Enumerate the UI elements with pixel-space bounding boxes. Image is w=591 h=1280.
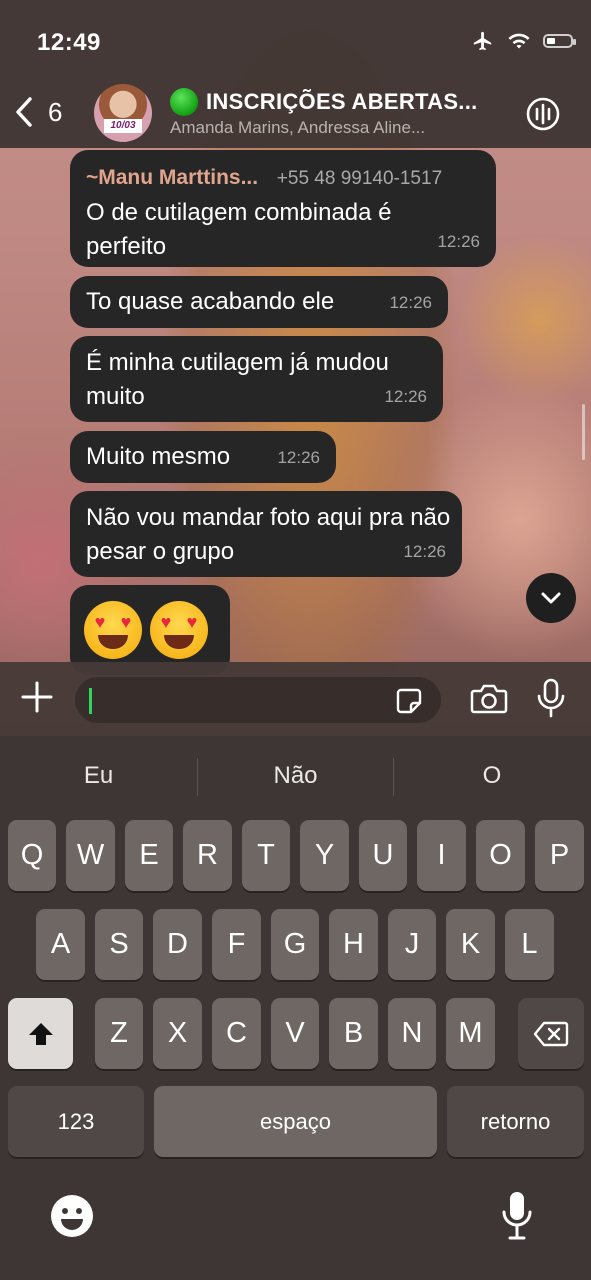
status-time: 12:49 — [37, 29, 101, 56]
status-icons — [471, 30, 576, 52]
key-x[interactable]: X — [153, 998, 202, 1069]
message-text: Não vou mandar foto aqui pra não pesar o… — [86, 504, 451, 565]
key-v[interactable]: V — [271, 998, 319, 1069]
airplane-icon — [473, 31, 492, 51]
key-j[interactable]: J — [388, 909, 436, 980]
green-circle-icon — [170, 88, 198, 116]
message-bubble[interactable]: Muito mesmo 12:26 — [70, 431, 336, 483]
backspace-icon — [533, 1021, 569, 1046]
suggestion-2[interactable]: Não — [197, 736, 394, 816]
scroll-to-bottom-button[interactable] — [526, 573, 576, 623]
key-e[interactable]: E — [125, 820, 173, 891]
message-time: 12:26 — [384, 387, 427, 406]
top-bar: 12:49 6 10/03 INSCRIÇÕES ABERTAS... Aman… — [0, 0, 591, 148]
key-c[interactable]: C — [212, 998, 261, 1069]
scrollbar[interactable] — [582, 404, 585, 460]
message-time: 12:26 — [403, 542, 446, 561]
suggestion-1[interactable]: Eu — [0, 736, 197, 816]
key-l[interactable]: L — [505, 909, 554, 980]
key-f[interactable]: F — [212, 909, 261, 980]
message-bubble[interactable]: Não vou mandar foto aqui pra não pesar o… — [70, 491, 462, 577]
key-h[interactable]: H — [329, 909, 378, 980]
key-q[interactable]: Q — [8, 820, 56, 891]
key-p[interactable]: P — [535, 820, 584, 891]
sender-phone: +55 48 99140-1517 — [276, 168, 443, 189]
camera-icon[interactable] — [470, 682, 508, 716]
heart-eyes-emoji: ♥ ♥ — [84, 601, 142, 659]
sticker-icon[interactable] — [395, 687, 423, 715]
group-members[interactable]: Amanda Marins, Andressa Aline... — [170, 118, 425, 138]
status-bar: 12:49 — [0, 0, 591, 80]
emoji-face-icon[interactable] — [50, 1194, 94, 1238]
keyboard: Eu Não O Q W E R T Y U I O P A S D F G H… — [0, 736, 591, 1280]
message-text: O de cutilagem combinada é perfeito — [86, 199, 392, 260]
chevron-down-icon — [541, 592, 561, 604]
key-m[interactable]: M — [446, 998, 495, 1069]
message-bubble[interactable]: ~Manu Marttins... +55 48 99140-1517 O de… — [70, 150, 496, 267]
chevron-left-icon — [16, 97, 32, 127]
message-time: 12:26 — [437, 232, 480, 251]
heart-eyes-emoji: ♥ ♥ — [150, 601, 208, 659]
shift-arrow-icon — [28, 1022, 53, 1045]
suggestion-3[interactable]: O — [393, 736, 591, 816]
key-r[interactable]: R — [183, 820, 232, 891]
shift-key[interactable] — [8, 998, 73, 1069]
key-o[interactable]: O — [476, 820, 525, 891]
group-title-row[interactable]: INSCRIÇÕES ABERTAS... — [170, 88, 478, 116]
key-g[interactable]: G — [271, 909, 319, 980]
key-k[interactable]: K — [446, 909, 495, 980]
return-key[interactable]: retorno — [447, 1086, 584, 1157]
message-text: To quase acabando ele — [86, 288, 335, 315]
key-t[interactable]: T — [242, 820, 290, 891]
message-text: É minha cutilagem já mudou muito — [86, 349, 389, 410]
microphone-icon[interactable] — [536, 678, 566, 718]
key-w[interactable]: W — [66, 820, 115, 891]
key-d[interactable]: D — [153, 909, 202, 980]
group-call-icon[interactable] — [525, 96, 561, 132]
key-i[interactable]: I — [417, 820, 466, 891]
message-sender-row: ~Manu Marttins... +55 48 99140-1517 — [86, 160, 480, 196]
unread-count: 6 — [48, 96, 63, 127]
wifi-icon — [508, 33, 530, 49]
plus-icon[interactable] — [20, 680, 54, 714]
dictation-microphone-icon[interactable] — [500, 1190, 534, 1242]
message-bubble[interactable]: To quase acabando ele 12:26 — [70, 276, 448, 328]
key-a[interactable]: A — [36, 909, 85, 980]
message-time: 12:26 — [277, 448, 320, 467]
group-title: INSCRIÇÕES ABERTAS... — [206, 89, 478, 114]
battery-icon — [543, 34, 576, 48]
key-n[interactable]: N — [388, 998, 436, 1069]
message-sender[interactable]: ~Manu Marttins... — [86, 166, 258, 189]
back-button[interactable]: 6 — [14, 96, 62, 128]
backspace-key[interactable] — [518, 998, 584, 1069]
message-bubble[interactable]: É minha cutilagem já mudou muito 12:26 — [70, 336, 443, 422]
message-composer — [0, 662, 591, 736]
key-y[interactable]: Y — [300, 820, 349, 891]
key-s[interactable]: S — [95, 909, 143, 980]
chat-header: 6 10/03 INSCRIÇÕES ABERTAS... Amanda Mar… — [0, 80, 591, 148]
key-b[interactable]: B — [329, 998, 378, 1069]
group-avatar[interactable]: 10/03 — [94, 84, 152, 142]
avatar-badge: 10/03 — [104, 119, 142, 133]
key-u[interactable]: U — [359, 820, 407, 891]
message-time: 12:26 — [389, 293, 432, 312]
text-cursor — [89, 688, 92, 714]
space-key[interactable]: espaço — [154, 1086, 437, 1157]
key-z[interactable]: Z — [95, 998, 143, 1069]
numbers-key[interactable]: 123 — [8, 1086, 144, 1157]
message-input[interactable] — [74, 676, 442, 724]
